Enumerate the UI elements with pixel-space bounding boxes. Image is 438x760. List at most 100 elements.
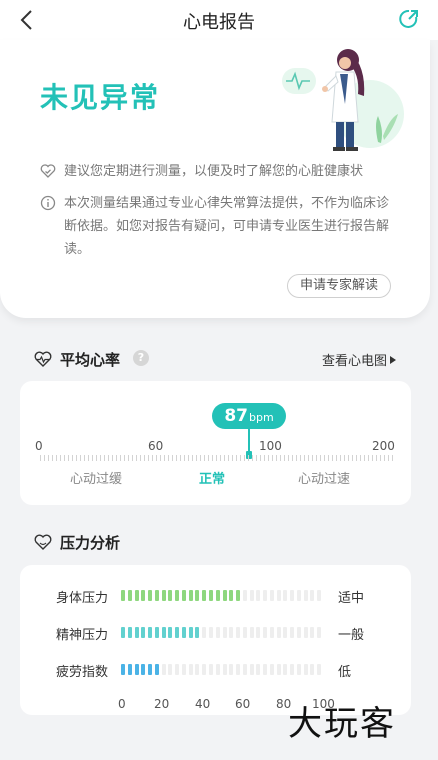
stress-bar-segment	[215, 627, 220, 638]
stress-bar-segment	[242, 590, 247, 601]
stress-title: 压力分析	[60, 534, 121, 552]
stress-bar-segment	[134, 627, 139, 638]
stress-bar-segment	[276, 590, 281, 601]
stress-bar-segment	[202, 590, 207, 601]
stress-bar	[121, 664, 324, 675]
stress-row-label: 疲劳指数	[56, 665, 109, 680]
note-disclaimer: 本次测量结果通过专业心律失常算法提供，不作为临床诊断依据。如您对报告有疑问，可申…	[40, 192, 400, 261]
share-icon[interactable]	[398, 8, 420, 30]
apply-expert-button[interactable]: 申请专家解读	[287, 274, 391, 298]
stress-bar-segment	[195, 590, 200, 601]
stress-bar-segment	[148, 627, 153, 638]
watermark: 大玩客	[288, 704, 396, 744]
stress-bar-segment	[303, 664, 308, 675]
stress-bar-segment	[310, 590, 315, 601]
stress-bar-segment	[283, 627, 288, 638]
stress-bar-segment	[154, 664, 159, 675]
stress-bar-segment	[161, 590, 166, 601]
heart-rate-value: 87	[224, 406, 248, 426]
stress-bar-segment	[188, 664, 193, 675]
axis-label: 20	[154, 697, 170, 711]
stress-bar-segment	[121, 664, 125, 675]
stress-bar-segment	[208, 664, 213, 675]
stress-bar-segment	[168, 627, 173, 638]
stress-bar-segment	[222, 627, 227, 638]
axis-label: 60	[235, 697, 251, 711]
stress-bar-segment	[168, 590, 173, 601]
stress-bar	[121, 590, 324, 601]
nav-bar: 心电报告	[0, 0, 438, 40]
stress-bar-segment	[161, 664, 166, 675]
stress-bar-segment	[263, 590, 268, 601]
stress-bar-segment	[141, 664, 146, 675]
note-checkup-text: 建议您定期进行测量，以便及时了解您的心脏健康状	[64, 164, 364, 179]
stress-bar-segment	[127, 627, 132, 638]
stress-bar-segment	[175, 664, 180, 675]
stress-bar-segment	[208, 627, 213, 638]
stress-bar-segment	[181, 627, 186, 638]
stress-bar-segment	[263, 664, 268, 675]
zone-tachycardia: 心动过速	[298, 472, 351, 487]
heart-icon	[34, 534, 52, 550]
stress-bar-segment	[256, 627, 261, 638]
stress-bar-segment	[127, 590, 132, 601]
stress-bar-segment	[317, 664, 322, 675]
stress-bar-segment	[242, 664, 247, 675]
stress-bar-segment	[148, 590, 153, 601]
stress-bar-segment	[161, 627, 166, 638]
zone-normal: 正常	[199, 472, 226, 487]
stress-bar-segment	[175, 590, 180, 601]
stress-bar-segment	[229, 590, 234, 601]
help-icon[interactable]: ?	[133, 350, 149, 366]
result-status: 未见异常	[40, 81, 161, 114]
stress-bar-segment	[290, 627, 295, 638]
stress-bar-segment	[249, 627, 254, 638]
stress-bar-segment	[181, 590, 186, 601]
stress-bar-segment	[148, 664, 153, 675]
tick-label: 0	[35, 439, 43, 453]
stress-bar-segment	[154, 590, 159, 601]
view-ecg-link[interactable]: 查看心电图	[322, 350, 397, 369]
stress-row-level: 一般	[338, 628, 365, 643]
stress-bar-segment	[236, 627, 241, 638]
stress-bar-segment	[269, 590, 274, 601]
stress-bar-segment	[134, 664, 139, 675]
stress-bar-segment	[222, 664, 227, 675]
page-title: 心电报告	[183, 12, 255, 33]
stress-bar-segment	[188, 627, 193, 638]
axis-label: 0	[118, 697, 126, 711]
stress-bar-segment	[276, 664, 281, 675]
stress-bar-segment	[269, 627, 274, 638]
stress-bar-segment	[215, 590, 220, 601]
stress-bar-segment	[222, 590, 227, 601]
stress-bar-segment	[283, 664, 288, 675]
stress-bar-segment	[303, 627, 308, 638]
stress-row-label: 身体压力	[56, 591, 109, 606]
stress-bar-segment	[283, 590, 288, 601]
heart-rate-title: 平均心率	[60, 351, 121, 369]
stress-bar-segment	[290, 664, 295, 675]
heart-rate-unit: bpm	[248, 411, 274, 424]
stress-bar-segment	[202, 627, 207, 638]
stress-bar-segment	[141, 590, 146, 601]
stress-bar-segment	[195, 627, 200, 638]
stress-bar-segment	[208, 590, 213, 601]
stress-bar-segment	[229, 627, 234, 638]
stress-bar-segment	[242, 627, 247, 638]
triangle-right-icon	[390, 356, 397, 364]
stress-bar-segment	[168, 664, 173, 675]
note-checkup: 建议您定期进行测量，以便及时了解您的心脏健康状	[40, 160, 400, 183]
stress-row-level: 适中	[338, 591, 365, 606]
stress-bar-segment	[154, 627, 159, 638]
stress-bar-segment	[263, 627, 268, 638]
stress-bar-segment	[256, 664, 261, 675]
stress-bar-segment	[121, 627, 125, 638]
stress-bar-segment	[317, 590, 322, 601]
stress-bar-segment	[188, 590, 193, 601]
stress-bar-segment	[141, 627, 146, 638]
tick-label: 100	[259, 439, 282, 453]
stress-bar-segment	[310, 664, 315, 675]
stress-bar-segment	[175, 627, 180, 638]
heart-rate-icon	[34, 351, 52, 367]
tick-label: 60	[148, 439, 164, 453]
